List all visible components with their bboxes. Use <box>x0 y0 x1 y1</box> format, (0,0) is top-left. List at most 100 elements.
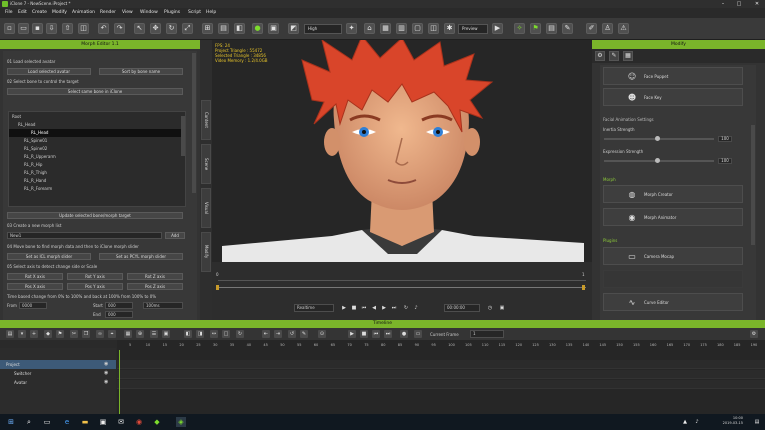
align-icon[interactable]: ▤ <box>218 23 229 34</box>
video-icon[interactable]: ▶ <box>492 23 503 34</box>
set-pcyl-slider-button[interactable]: Set as PCYL morph slider <box>99 253 183 260</box>
update-target-button[interactable]: Update selected bone/morph target <box>7 212 183 219</box>
tl-rec-icon[interactable]: ● <box>400 330 408 338</box>
tree-item-selected[interactable]: RL_Head <box>9 129 185 137</box>
tl-lock-icon[interactable]: ▣ <box>162 330 170 338</box>
tl-loop-icon[interactable]: ↺ <box>288 330 296 338</box>
tl-layer-icon[interactable]: ◧ <box>184 330 192 338</box>
tl-options-icon[interactable]: ⚙ <box>750 330 758 338</box>
tree-item[interactable]: RL_R_Upperarm <box>9 153 185 161</box>
face-puppet-button[interactable]: ☺ Face Puppet <box>603 67 743 85</box>
tree-item[interactable]: RL_Spine02 <box>9 145 185 153</box>
from-input[interactable]: 0000 <box>19 302 47 309</box>
set-icl-slider-button[interactable]: Set as ICL morph slider <box>7 253 91 260</box>
attribute-tab-icon[interactable]: ⚙ <box>595 51 605 61</box>
tab-content[interactable]: Content <box>201 100 211 140</box>
menu-create[interactable]: Create <box>32 8 47 18</box>
quality-select[interactable]: High <box>304 24 342 34</box>
tl-layer2-icon[interactable]: ◨ <box>196 330 204 338</box>
tl-grid-icon[interactable]: ▦ <box>124 330 132 338</box>
transform-icon[interactable]: ⊞ <box>202 23 213 34</box>
start-input[interactable]: 000 <box>105 302 133 309</box>
morph-animator-button[interactable]: ◉ Morph Animator <box>603 208 743 226</box>
open-file-icon[interactable]: ▭ <box>18 23 29 34</box>
camera-mocap-button[interactable]: ▭ Camera Mocap <box>603 247 743 265</box>
track-visibility-icon[interactable]: ◉ <box>104 361 108 367</box>
menu-edit[interactable]: Edit <box>18 8 27 18</box>
export-icon[interactable]: ⇧ <box>62 23 73 34</box>
rotate-icon[interactable]: ↻ <box>166 23 177 34</box>
tl-track-icon[interactable]: ▤ <box>6 330 14 338</box>
speaker-icon[interactable]: ♪ <box>412 304 420 312</box>
morph-creator-button[interactable]: ◍ Morph Creator <box>603 185 743 203</box>
edge-icon[interactable]: e <box>62 417 72 427</box>
morph-name-input[interactable]: New1 <box>7 232 162 239</box>
previous-icon[interactable]: ⏮ <box>360 304 368 312</box>
tab-modify[interactable]: Modify <box>201 232 211 272</box>
snap-icon[interactable]: ◧ <box>234 23 245 34</box>
window-icon[interactable]: ▢ <box>412 23 423 34</box>
start-icon[interactable]: ⊞ <box>6 417 16 427</box>
mail-icon[interactable]: ✉ <box>116 417 126 427</box>
speed-select[interactable]: 100ms <box>143 302 183 309</box>
menu-help[interactable]: Help <box>206 8 216 18</box>
volume-icon[interactable]: ♪ <box>692 417 702 427</box>
tl-out-icon[interactable]: ⇥ <box>274 330 282 338</box>
end-input[interactable]: 000 <box>105 311 133 318</box>
rot-z-button[interactable]: Rot Z axis <box>127 273 183 280</box>
tl-add-icon[interactable]: + <box>30 330 38 338</box>
tl-cut-icon[interactable]: ✂ <box>70 330 78 338</box>
inertia-value[interactable]: 100 <box>718 136 732 142</box>
edit-icon[interactable]: ✐ <box>586 23 597 34</box>
tl-key-icon[interactable]: ◆ <box>44 330 52 338</box>
iclone-task-icon[interactable]: ◆ <box>152 417 162 427</box>
pos-z-button[interactable]: Pos Z axis <box>127 283 183 290</box>
track-visibility-icon[interactable]: ◉ <box>104 379 108 385</box>
add-morph-button[interactable]: Add <box>165 232 185 239</box>
notification-icon[interactable]: ▤ <box>752 417 762 427</box>
tl-filter-icon[interactable]: ▾ <box>18 330 26 338</box>
undo-icon[interactable]: ↶ <box>98 23 109 34</box>
tl-box-icon[interactable]: □ <box>222 330 230 338</box>
iclone-active-icon[interactable]: ◈ <box>176 417 186 427</box>
motion-tab-icon[interactable]: ✎ <box>609 51 619 61</box>
range-end-marker[interactable] <box>582 285 585 290</box>
pos-x-button[interactable]: Pos X axis <box>7 283 63 290</box>
maximize-button[interactable]: □ <box>733 0 745 8</box>
camera-icon[interactable]: ◩ <box>288 23 299 34</box>
tl-in-icon[interactable]: ⇤ <box>262 330 270 338</box>
new-file-icon[interactable]: ▫ <box>4 23 15 34</box>
tl-edit-icon[interactable]: ✎ <box>300 330 308 338</box>
modify-scrollbar[interactable] <box>751 125 755 245</box>
face-key-button[interactable]: ☻ Face Key <box>603 88 743 106</box>
system-clock[interactable]: 10:00 2019-03-15 <box>723 416 743 426</box>
range-start-marker[interactable] <box>216 285 219 290</box>
3d-viewport[interactable]: FPS: 24 Project Triangle : 55472 Selecte… <box>212 40 592 262</box>
menu-render[interactable]: Render <box>100 8 116 18</box>
track-switcher[interactable]: Switcher <box>0 369 116 378</box>
import-icon[interactable]: ⇩ <box>46 23 57 34</box>
timeline-tracks[interactable] <box>117 350 765 414</box>
home-icon[interactable]: ⌂ <box>364 23 375 34</box>
panel-scrollbar[interactable] <box>192 53 196 193</box>
menu-file[interactable]: File <box>5 8 13 18</box>
tree-item[interactable]: RL_R_Hip <box>9 161 185 169</box>
next-icon[interactable]: ⏭ <box>390 304 398 312</box>
load-avatar-button[interactable]: Load selected avatar <box>7 68 91 75</box>
tl-stop-icon[interactable]: ■ <box>360 330 368 338</box>
realtime-select[interactable]: Realtime <box>294 304 334 312</box>
move-icon[interactable]: ✥ <box>150 23 161 34</box>
playhead[interactable] <box>119 350 120 414</box>
play-icon[interactable]: ● <box>252 23 263 34</box>
rot-y-button[interactable]: Rot Y axis <box>67 273 123 280</box>
track-row[interactable] <box>117 360 765 369</box>
explorer-icon[interactable]: ▬ <box>80 417 90 427</box>
material-tab-icon[interactable]: ▦ <box>623 51 633 61</box>
tl-flag-icon[interactable]: ⚑ <box>56 330 64 338</box>
menu-script[interactable]: Script <box>188 8 201 18</box>
tree-scrollbar[interactable] <box>181 116 185 156</box>
tree-item[interactable]: RL_Head <box>9 121 185 129</box>
expression-value[interactable]: 100 <box>718 158 732 164</box>
puppet-icon[interactable]: ✧ <box>514 23 525 34</box>
play-button-icon[interactable]: ▶ <box>340 304 348 312</box>
